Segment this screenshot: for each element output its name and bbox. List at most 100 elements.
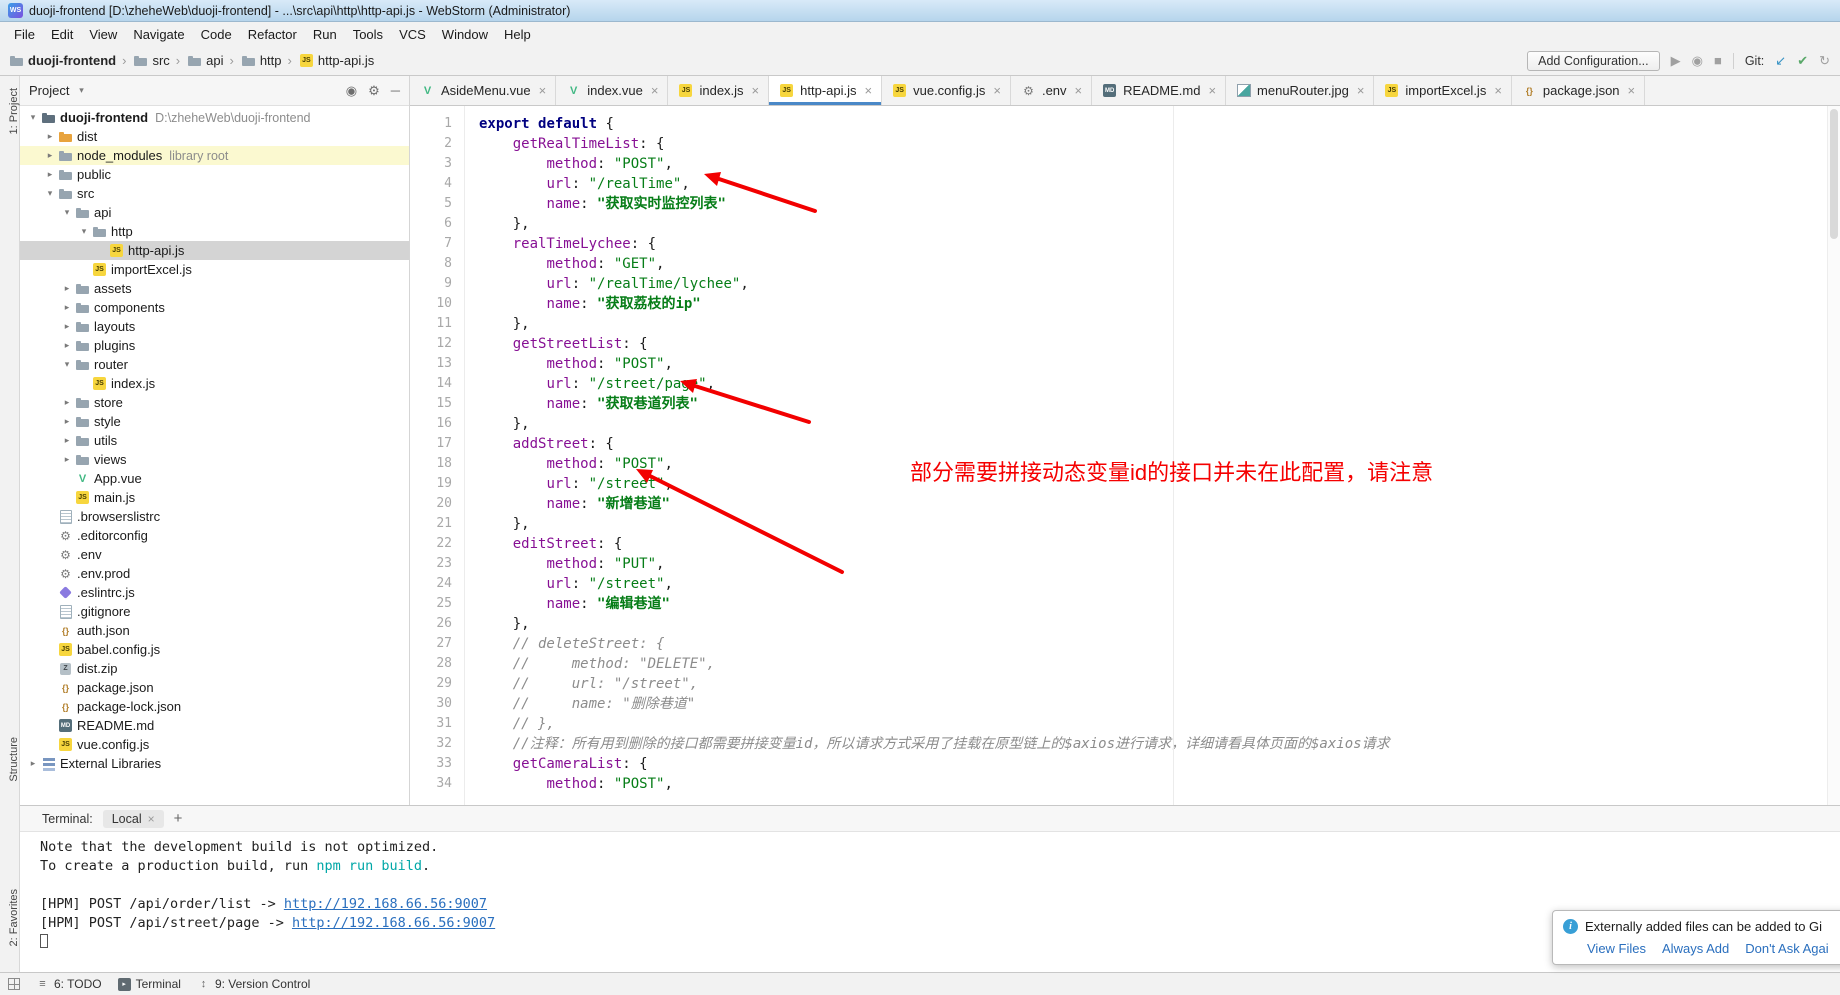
tree-item-gitignore[interactable]: .gitignore [20, 602, 409, 621]
run-icon[interactable]: ▶ [1671, 54, 1681, 67]
code-line[interactable]: addStreet: { [479, 434, 1840, 454]
tree-item-readme-md[interactable]: README.md [20, 716, 409, 735]
tree-item-assets[interactable]: ▸assets [20, 279, 409, 298]
tree-item-babel-config-js[interactable]: babel.config.js [20, 640, 409, 659]
breadcrumb-item-src[interactable]: src [132, 53, 169, 69]
new-terminal-icon[interactable]: + [174, 810, 183, 827]
code-line[interactable]: name: "编辑巷道" [479, 594, 1840, 614]
close-icon[interactable]: × [1208, 83, 1216, 98]
menu-item-view[interactable]: View [81, 27, 125, 42]
menu-item-vcs[interactable]: VCS [391, 27, 434, 42]
tree-item-env-prod[interactable]: .env.prod [20, 564, 409, 583]
chevron-right-icon[interactable]: ▸ [60, 340, 74, 351]
tree-item-http-api-js[interactable]: http-api.js [20, 241, 409, 260]
code-line[interactable]: // name: "删除巷道" [479, 694, 1840, 714]
tree-item-http[interactable]: ▾http [20, 222, 409, 241]
code-line[interactable]: method: "POST", [479, 154, 1840, 174]
code-line[interactable]: name: "新增巷道" [479, 494, 1840, 514]
close-icon[interactable]: × [752, 83, 760, 98]
toolwindow-structure-button[interactable]: Structure [0, 737, 20, 782]
tree-item-style[interactable]: ▸style [20, 412, 409, 431]
view-files-link[interactable]: View Files [1587, 941, 1646, 956]
code-line[interactable]: }, [479, 414, 1840, 434]
tree-item-plugins[interactable]: ▸plugins [20, 336, 409, 355]
code-line[interactable]: // url: "/street", [479, 674, 1840, 694]
code-line[interactable]: //注释：所有用到删除的接口都需要拼接变量id，所以请求方式采用了挂载在原型链上… [479, 734, 1840, 754]
tab-index-js[interactable]: index.js× [668, 76, 769, 105]
dont-ask-again-link[interactable]: Don't Ask Agai [1745, 941, 1828, 956]
chevron-right-icon[interactable]: ▸ [60, 435, 74, 446]
statusbar-terminal[interactable]: Terminal [118, 977, 181, 991]
code-line[interactable]: url: "/street", [479, 574, 1840, 594]
code-line[interactable]: getCameraList: { [479, 754, 1840, 774]
chevron-down-icon[interactable]: ▾ [60, 207, 74, 218]
chevron-right-icon[interactable]: ▸ [60, 302, 74, 313]
code-line[interactable]: url: "/realTime/lychee", [479, 274, 1840, 294]
tree-item-router[interactable]: ▾router [20, 355, 409, 374]
tree-item-store[interactable]: ▸store [20, 393, 409, 412]
chevron-down-icon[interactable]: ▾ [77, 226, 91, 237]
tree-item-src[interactable]: ▾src [20, 184, 409, 203]
code-line[interactable]: realTimeLychee: { [479, 234, 1840, 254]
tab-menurouter-jpg[interactable]: menuRouter.jpg× [1226, 76, 1374, 105]
tab-index-vue[interactable]: index.vue× [556, 76, 668, 105]
code-line[interactable]: url: "/street/page", [479, 374, 1840, 394]
close-icon[interactable]: × [539, 83, 547, 98]
editor-gutter[interactable]: 1234567891011121314151617181920212223242… [410, 106, 465, 805]
tab-package-json[interactable]: package.json× [1512, 76, 1645, 105]
terminal-link[interactable]: http://192.168.66.56:9007 [292, 915, 495, 931]
tree-item-api[interactable]: ▾api [20, 203, 409, 222]
breadcrumb-item-duoji-frontend[interactable]: duoji-frontend [8, 53, 116, 69]
statusbar-6-todo[interactable]: 6: TODO [36, 977, 102, 991]
tree-item-env[interactable]: .env [20, 545, 409, 564]
tree-item-auth-json[interactable]: auth.json [20, 621, 409, 640]
menu-item-refactor[interactable]: Refactor [240, 27, 305, 42]
tab-vue-config-js[interactable]: vue.config.js× [882, 76, 1011, 105]
menu-item-tools[interactable]: Tools [345, 27, 391, 42]
stop-icon[interactable]: ■ [1714, 54, 1722, 67]
chevron-down-icon[interactable]: ▾ [74, 85, 88, 96]
tree-item-browserslistrc[interactable]: .browserslistrc [20, 507, 409, 526]
chevron-right-icon[interactable]: ▸ [60, 283, 74, 294]
tree-item-external-libraries[interactable]: ▸External Libraries [20, 754, 409, 773]
chevron-right-icon[interactable]: ▸ [26, 758, 40, 769]
code-line[interactable]: // deleteStreet: { [479, 634, 1840, 654]
menu-item-run[interactable]: Run [305, 27, 345, 42]
close-icon[interactable]: × [865, 83, 873, 98]
scrollbar-thumb[interactable] [1830, 109, 1838, 239]
tree-item-public[interactable]: ▸public [20, 165, 409, 184]
tree-item-views[interactable]: ▸views [20, 450, 409, 469]
tree-item-components[interactable]: ▸components [20, 298, 409, 317]
code-line[interactable]: name: "获取巷道列表" [479, 394, 1840, 414]
close-icon[interactable]: × [993, 83, 1001, 98]
chevron-right-icon[interactable]: ▸ [60, 454, 74, 465]
add-configuration-button[interactable]: Add Configuration... [1527, 51, 1660, 71]
tree-item-eslintrc-js[interactable]: .eslintrc.js [20, 583, 409, 602]
code-line[interactable]: // method: "DELETE", [479, 654, 1840, 674]
toolwindow-switcher-icon[interactable] [8, 978, 20, 990]
close-icon[interactable]: × [651, 83, 659, 98]
close-icon[interactable]: × [148, 812, 155, 826]
code-line[interactable]: method: "POST", [479, 774, 1840, 794]
code-line[interactable]: url: "/realTime", [479, 174, 1840, 194]
breadcrumb-item-http[interactable]: http [240, 53, 282, 69]
tab-env[interactable]: .env× [1011, 76, 1092, 105]
breadcrumb-item-http-api-js[interactable]: http-api.js [298, 53, 374, 69]
debug-icon[interactable]: ◉ [1692, 54, 1703, 67]
tree-item-main-js[interactable]: main.js [20, 488, 409, 507]
code-line[interactable]: // }, [479, 714, 1840, 734]
code-line[interactable]: name: "获取实时监控列表" [479, 194, 1840, 214]
menu-item-file[interactable]: File [6, 27, 43, 42]
code-line[interactable]: editStreet: { [479, 534, 1840, 554]
terminal-tab-local[interactable]: Local × [103, 810, 164, 828]
toolwindow-project-button[interactable]: 1: Project [0, 88, 20, 134]
hide-panel-icon[interactable]: ─ [391, 83, 400, 98]
chevron-right-icon[interactable]: ▸ [60, 397, 74, 408]
tree-item-importexcel-js[interactable]: importExcel.js [20, 260, 409, 279]
project-panel-title[interactable]: Project [29, 83, 69, 98]
code-line[interactable]: }, [479, 614, 1840, 634]
code-line[interactable]: method: "GET", [479, 254, 1840, 274]
code-line[interactable]: method: "POST", [479, 354, 1840, 374]
tree-item-layouts[interactable]: ▸layouts [20, 317, 409, 336]
code-line[interactable]: getRealTimeList: { [479, 134, 1840, 154]
